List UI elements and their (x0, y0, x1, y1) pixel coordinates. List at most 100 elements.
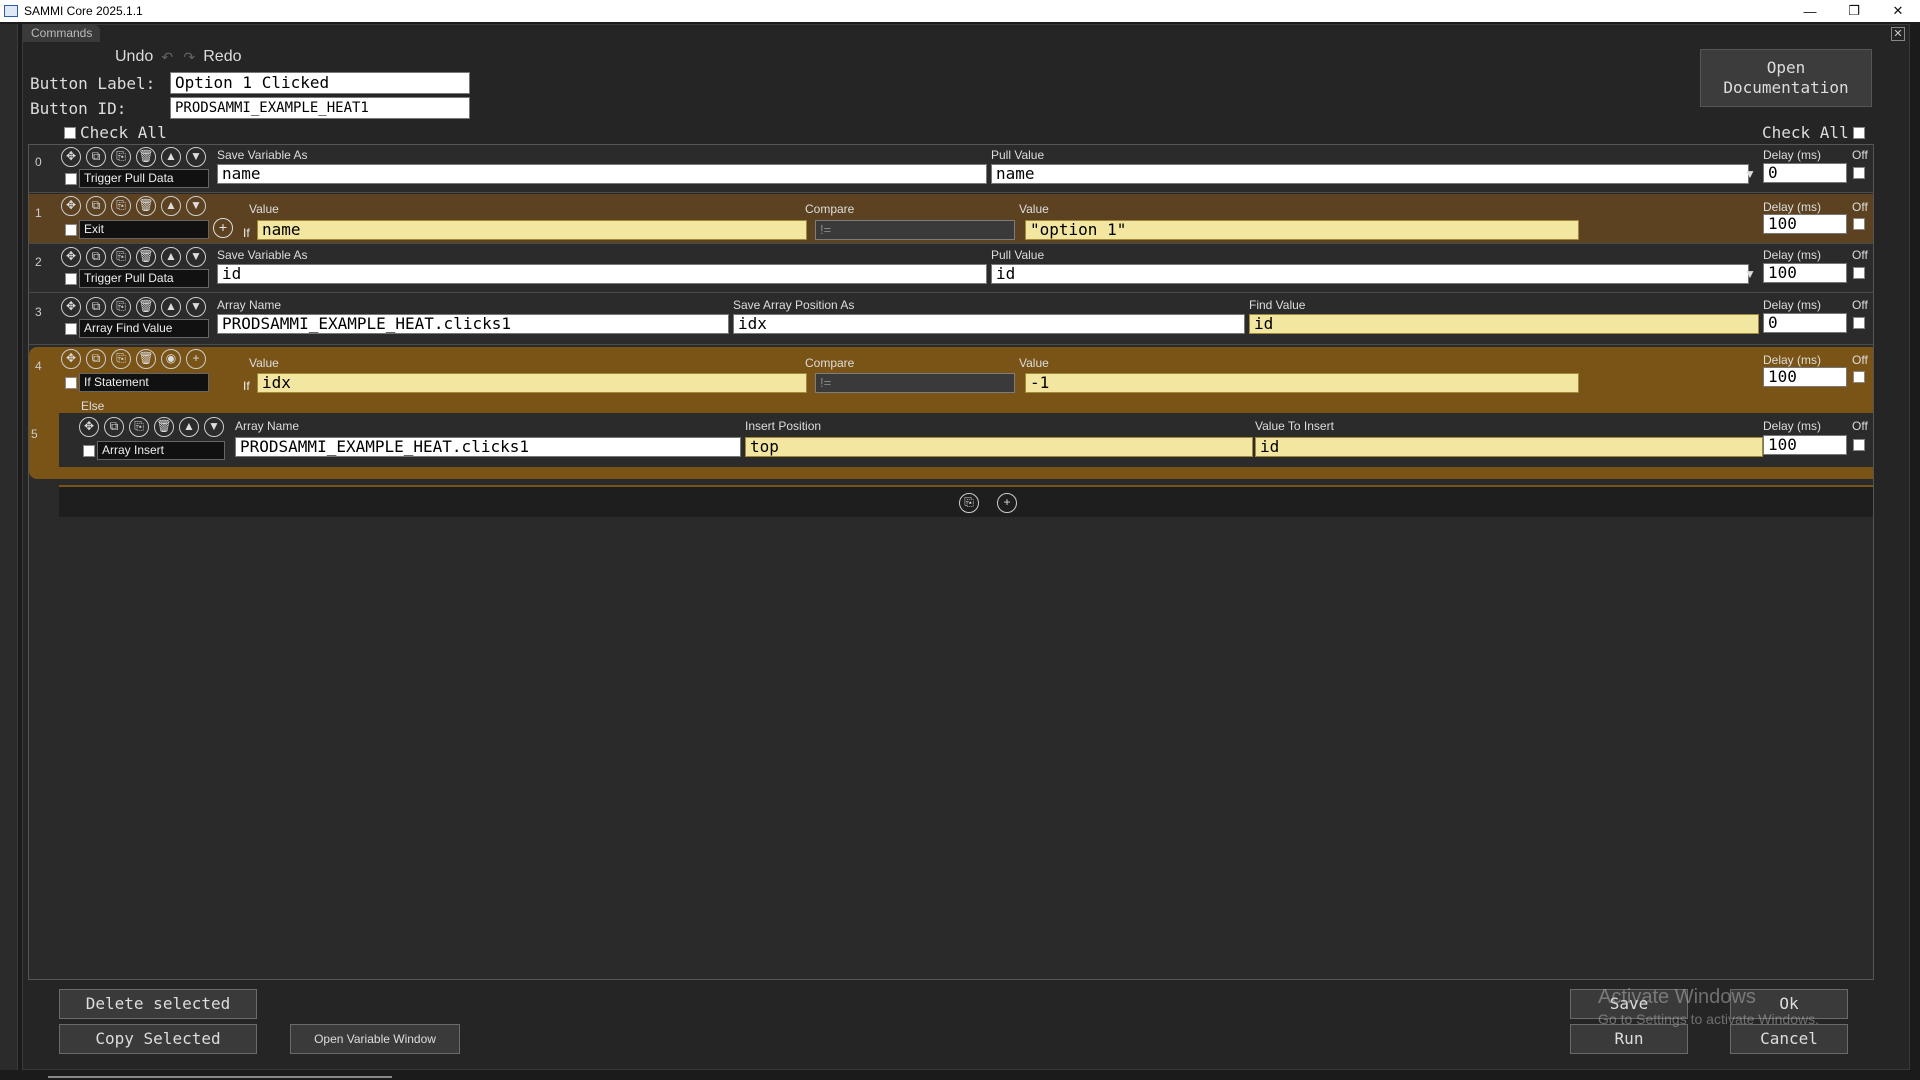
commands-tab[interactable]: Commands (23, 25, 101, 42)
pull-value-input[interactable]: name (991, 164, 1749, 184)
copy-selected-button[interactable]: Copy Selected (59, 1024, 257, 1054)
maximize-button[interactable]: ❐ (1832, 0, 1876, 22)
delay-input[interactable]: 100 (1763, 367, 1847, 387)
paste-icon[interactable]: ⎘ (111, 196, 131, 216)
save-array-position-input[interactable]: idx (733, 314, 1245, 334)
close-button[interactable]: ✕ (1876, 0, 1920, 22)
redo-icon[interactable]: ↷ (181, 49, 197, 65)
row-select-checkbox[interactable] (65, 377, 77, 389)
command-row-4[interactable]: 4 ✥ ⧉ ⎘ 🗑 ◉ + If Statement If Value idx … (29, 347, 1873, 397)
copy-icon[interactable]: ⧉ (86, 147, 106, 167)
off-checkbox[interactable] (1853, 317, 1865, 329)
move-icon[interactable]: ✥ (61, 297, 81, 317)
move-up-icon[interactable]: ▲ (161, 196, 181, 216)
button-id-input[interactable]: PRODSAMMI_EXAMPLE_HEAT1 (170, 97, 470, 119)
pull-value-input[interactable]: id (991, 264, 1749, 284)
copy-icon[interactable]: ⧉ (86, 247, 106, 267)
delay-input[interactable]: 0 (1763, 313, 1847, 333)
move-up-icon[interactable]: ▲ (179, 417, 199, 437)
row-select-checkbox[interactable] (65, 273, 77, 285)
insert-position-input[interactable]: top (745, 437, 1253, 457)
button-label-input[interactable]: Option 1 Clicked (170, 72, 470, 94)
open-documentation-button[interactable]: Open Documentation (1700, 49, 1872, 107)
delete-icon[interactable]: 🗑 (136, 247, 156, 267)
copy-icon[interactable]: ⧉ (86, 196, 106, 216)
move-down-icon[interactable]: ▼ (186, 297, 206, 317)
chevron-down-icon[interactable]: ▼ (1741, 164, 1759, 184)
row-select-checkbox[interactable] (65, 224, 77, 236)
undo-icon[interactable]: ↶ (159, 49, 175, 65)
value-input[interactable]: name (257, 220, 807, 240)
add-condition-icon[interactable]: + (213, 218, 233, 238)
move-icon[interactable]: ✥ (61, 147, 81, 167)
delete-selected-button[interactable]: Delete selected (59, 989, 257, 1019)
compare-select[interactable]: != (815, 220, 1015, 240)
move-up-icon[interactable]: ▲ (161, 147, 181, 167)
move-icon[interactable]: ✥ (61, 247, 81, 267)
open-variable-window-button[interactable]: Open Variable Window (290, 1024, 460, 1054)
move-down-icon[interactable]: ▼ (204, 417, 224, 437)
delay-input[interactable]: 100 (1763, 435, 1847, 455)
redo-button[interactable]: Redo (203, 48, 241, 66)
value-to-insert-input[interactable]: id (1255, 437, 1763, 457)
scrollbar-track[interactable] (48, 1076, 392, 1078)
find-value-input[interactable]: id (1249, 314, 1759, 334)
command-row-1[interactable]: 1 ✥ ⧉ ⎘ 🗑 ▲ ▼ Exit + If Value name Compa… (29, 194, 1873, 244)
minimize-button[interactable]: — (1788, 0, 1832, 22)
delete-icon[interactable]: 🗑 (136, 349, 156, 369)
run-button[interactable]: Run (1570, 1024, 1688, 1054)
add-icon[interactable]: + (186, 349, 206, 369)
value-input[interactable]: -1 (1025, 373, 1579, 393)
move-icon[interactable]: ✥ (61, 196, 81, 216)
array-name-input[interactable]: PRODSAMMI_EXAMPLE_HEAT.clicks1 (217, 314, 729, 334)
paste-icon[interactable]: ⎘ (129, 417, 149, 437)
eye-icon[interactable]: ◉ (161, 349, 181, 369)
save-variable-input[interactable]: id (217, 264, 987, 284)
copy-icon[interactable]: ⧉ (86, 297, 106, 317)
off-checkbox[interactable] (1853, 267, 1865, 279)
move-down-icon[interactable]: ▼ (186, 247, 206, 267)
off-checkbox[interactable] (1853, 371, 1865, 383)
save-variable-input[interactable]: name (217, 164, 987, 184)
move-down-icon[interactable]: ▼ (186, 196, 206, 216)
move-up-icon[interactable]: ▲ (161, 247, 181, 267)
command-row-0[interactable]: 0 ✥ ⧉ ⎘ 🗑 ▲ ▼ Trigger Pull Data Save Var… (29, 145, 1873, 193)
paste-icon[interactable]: ⎘ (111, 247, 131, 267)
check-all-left-checkbox[interactable] (64, 126, 76, 139)
add-icon[interactable]: + (997, 493, 1017, 513)
command-row-2[interactable]: 2 ✥ ⧉ ⎘ 🗑 ▲ ▼ Trigger Pull Data Save Var… (29, 245, 1873, 293)
move-down-icon[interactable]: ▼ (186, 147, 206, 167)
move-icon[interactable]: ✥ (79, 417, 99, 437)
delay-input[interactable]: 100 (1763, 214, 1847, 234)
undo-button[interactable]: Undo (115, 48, 153, 66)
off-checkbox[interactable] (1853, 439, 1865, 451)
compare-select[interactable]: != (815, 373, 1015, 393)
row-select-checkbox[interactable] (83, 445, 95, 457)
move-up-icon[interactable]: ▲ (161, 297, 181, 317)
delete-icon[interactable]: 🗑 (136, 147, 156, 167)
copy-icon[interactable]: ⧉ (86, 349, 106, 369)
row-select-checkbox[interactable] (65, 173, 77, 185)
check-all-right-checkbox[interactable] (1852, 126, 1865, 139)
check-all-right[interactable]: Check All (1762, 123, 1865, 142)
array-name-input[interactable]: PRODSAMMI_EXAMPLE_HEAT.clicks1 (235, 437, 741, 457)
off-checkbox[interactable] (1853, 218, 1865, 230)
paste-icon[interactable]: ⎘ (111, 147, 131, 167)
delay-input[interactable]: 0 (1763, 163, 1847, 183)
delay-input[interactable]: 100 (1763, 263, 1847, 283)
window-close-icon[interactable]: ✕ (1891, 27, 1905, 41)
delete-icon[interactable]: 🗑 (136, 297, 156, 317)
value-input[interactable]: idx (257, 373, 807, 393)
value-input[interactable]: "option 1" (1025, 220, 1579, 240)
move-icon[interactable]: ✥ (61, 349, 81, 369)
delete-icon[interactable]: 🗑 (136, 196, 156, 216)
command-row-3[interactable]: 3 ✥ ⧉ ⎘ 🗑 ▲ ▼ Array Find Value Array Nam… (29, 295, 1873, 345)
paste-icon[interactable]: ⎘ (111, 349, 131, 369)
row-select-checkbox[interactable] (65, 323, 77, 335)
cancel-button[interactable]: Cancel (1730, 1024, 1848, 1054)
chevron-down-icon[interactable]: ▼ (1741, 264, 1759, 284)
command-row-5[interactable]: 5 ✥ ⧉ ⎘ 🗑 ▲ ▼ Array Insert Array Name PR… (31, 413, 1873, 467)
check-all-left[interactable]: Check All (64, 123, 167, 142)
off-checkbox[interactable] (1853, 167, 1865, 179)
paste-icon[interactable]: ⎘ (959, 493, 979, 513)
